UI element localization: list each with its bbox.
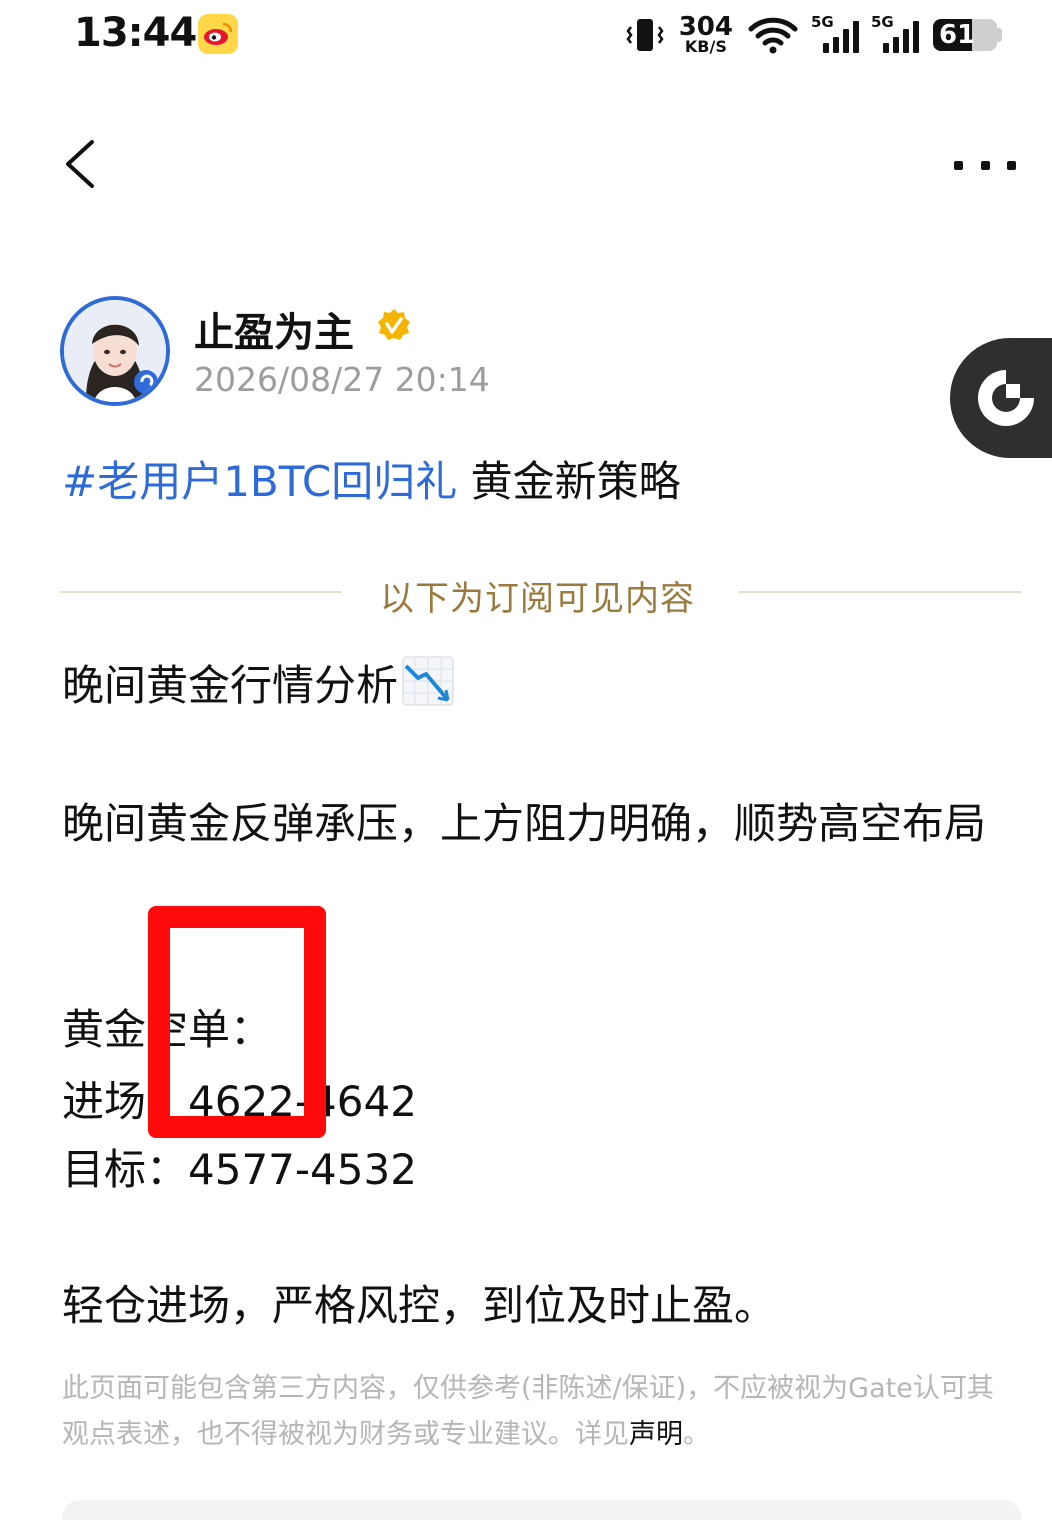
signal-1-icon: 5G [811,13,859,53]
divider-left [60,591,342,593]
verified-badge-icon [375,307,413,345]
battery-level: 61 [939,20,976,50]
analysis-heading: 晚间黄金行情分析 [62,652,454,726]
network-speed: 304 KB/S [678,12,733,56]
weibo-icon [198,14,238,54]
signal-2-label: 5G [871,13,894,31]
disclaimer-end: 。 [683,1419,710,1450]
analysis-text: 晚间黄金反弹承压，上方阻力明确，顺势高空布局 [62,799,987,848]
chart-decreasing-icon [402,656,454,726]
post-title-line: #老用户1BTC回归礼 黄金新策略 [62,448,681,509]
hashtag-link[interactable]: #老用户1BTC回归礼 [62,457,457,506]
more-dot [1007,160,1016,170]
post-title: 黄金新策略 [470,457,681,506]
network-speed-value: 304 [678,12,733,43]
trading-advice: 轻仓进场，严格风控，到位及时止盈。 [62,1281,777,1330]
network-speed-unit: KB/S [684,36,727,56]
back-button[interactable] [58,136,106,192]
vibrate-icon [626,19,664,51]
disclaimer-link[interactable]: 声明 [629,1419,683,1450]
target-range: 目标：4577-4532 [62,1145,417,1194]
author-name[interactable]: 止盈为主 [194,300,354,358]
status-time: 13:44 [74,10,197,56]
chevron-left-icon [66,140,94,188]
subscription-divider-label: 以下为订阅可见内容 [380,579,695,619]
post-date: 2026/08/27 20:14 [194,360,490,399]
status-indicators: 304 KB/S 5G 5G 61 [625,10,1002,60]
wifi-icon [748,17,798,54]
disclaimer: 此页面可能包含第三方内容，仅供参考(非陈述/保证)，不应被视为Gate认可其观点… [62,1366,1012,1458]
more-dot [980,160,990,170]
gate-float-button[interactable] [950,338,1052,458]
disclaimer-text: 此页面可能包含第三方内容，仅供参考(非陈述/保证)，不应被视为Gate认可其观点… [62,1373,994,1450]
comment-bar-edge [62,1500,1022,1520]
more-button[interactable] [954,150,1016,180]
red-annotation-box [148,906,326,1138]
analysis-heading-text: 晚间黄金行情分析 [62,661,399,710]
more-dot [954,160,963,170]
battery-icon: 61 [933,19,997,51]
gate-logo-icon [978,370,1034,426]
signal-2-icon: 5G [871,13,919,53]
signal-1-label: 5G [811,13,834,31]
divider-right [738,591,1022,593]
avatar[interactable] [60,296,170,406]
